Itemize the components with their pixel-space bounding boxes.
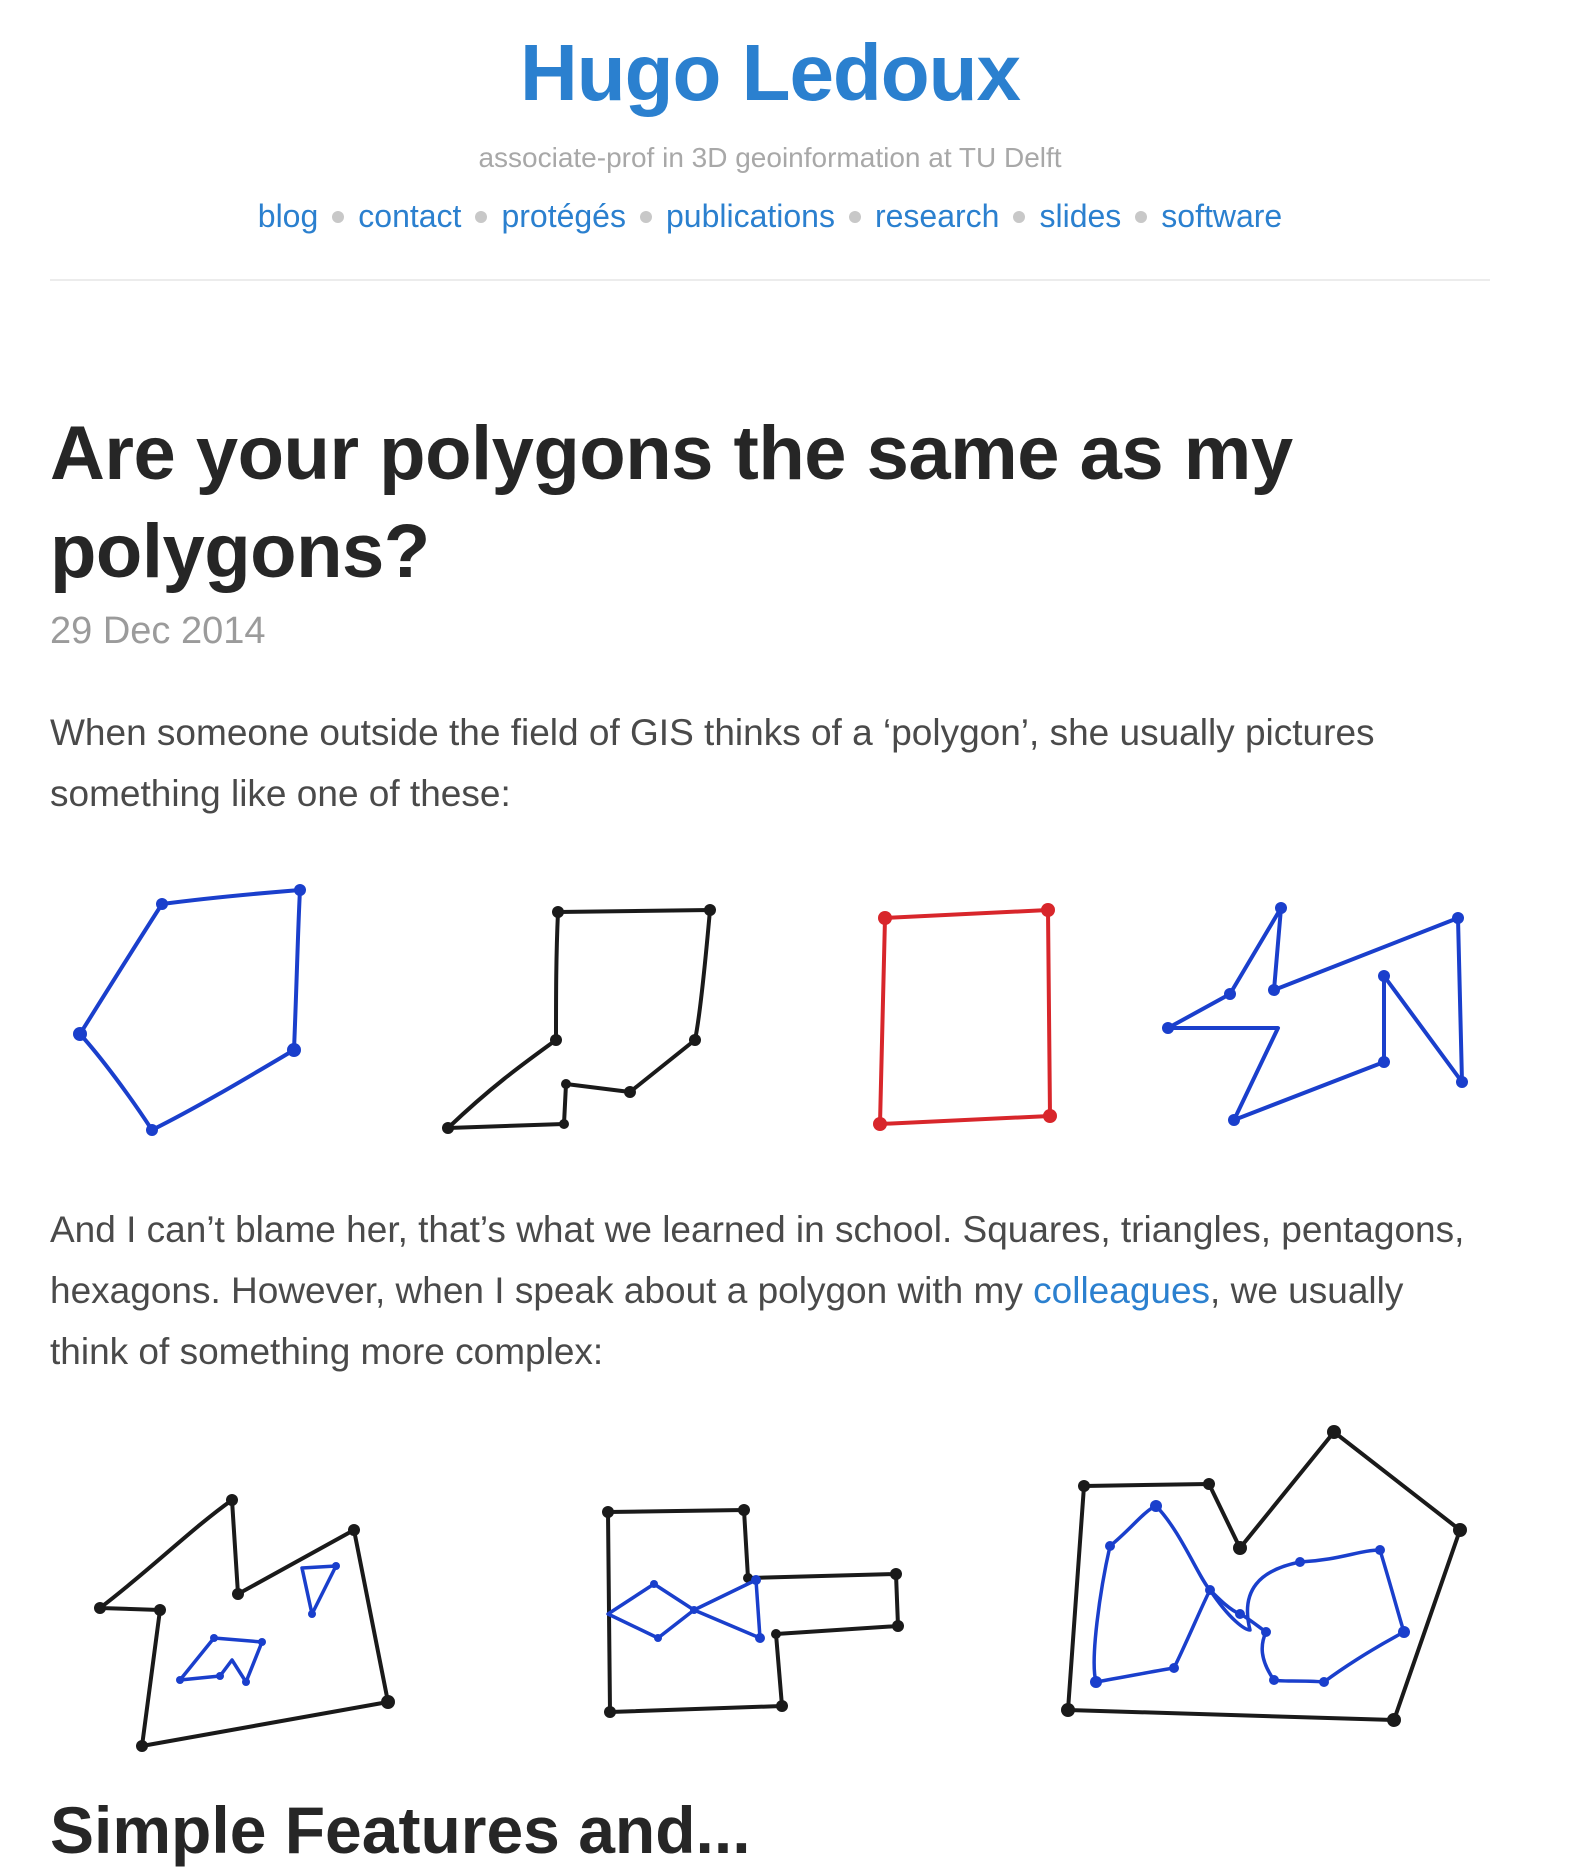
touching-rings-holes bbox=[1092, 1504, 1406, 1684]
site-tagline: associate-prof in 3D geoinformation at T… bbox=[478, 142, 1062, 173]
blue-zigzag-polygon bbox=[1166, 906, 1464, 1122]
nav-separator-dot bbox=[848, 210, 861, 223]
nav-link-research[interactable]: research bbox=[875, 198, 1000, 234]
header-divider bbox=[50, 279, 1490, 281]
nav-separator-dot bbox=[639, 210, 652, 223]
bowtie-hole-ring bbox=[606, 1578, 762, 1640]
nav-separator-dot bbox=[475, 210, 488, 223]
simple-polygons-figure bbox=[50, 866, 1490, 1148]
red-rectangle-polygon bbox=[878, 908, 1052, 1126]
site-nav: blog contact protégés publications research s… bbox=[50, 196, 1490, 236]
nav-separator-dot bbox=[1135, 210, 1148, 223]
post-title: Are your polygons the same as my polygon… bbox=[50, 411, 1293, 594]
post-paragraph-2: And I can’t blame her, that’s what we le… bbox=[50, 1199, 1490, 1382]
nav-separator-dot bbox=[332, 210, 345, 223]
nav-link-software[interactable]: software bbox=[1161, 198, 1282, 234]
colleagues-link[interactable]: colleagues bbox=[1033, 1270, 1210, 1311]
nav-separator-dot bbox=[1013, 210, 1026, 223]
post-date: 29 Dec 2014 bbox=[50, 610, 266, 652]
nav-link-blog[interactable]: blog bbox=[258, 198, 319, 234]
post-paragraph-1: When someone outside the field of GIS th… bbox=[50, 712, 1375, 814]
nav-link-slides[interactable]: slides bbox=[1039, 198, 1121, 234]
complex-polygons-figure bbox=[50, 1420, 1490, 1760]
next-section-heading: Simple Features and... bbox=[50, 1793, 751, 1867]
blue-hexagon-polygon bbox=[78, 888, 302, 1132]
house-polygon-with-holes bbox=[98, 1498, 390, 1748]
nav-link-publications[interactable]: publications bbox=[666, 198, 835, 234]
black-boot-polygon bbox=[446, 908, 712, 1130]
site-title-link[interactable]: Hugo Ledoux bbox=[520, 28, 1021, 118]
nav-link-proteges[interactable]: protégés bbox=[501, 198, 626, 234]
cross-polygon-with-bowtie-hole bbox=[606, 1508, 900, 1714]
site-header: Hugo Ledoux associate-prof in 3D geoinfo… bbox=[50, 0, 1490, 236]
complex-polygons-drawing bbox=[94, 1425, 1467, 1752]
nav-link-contact[interactable]: contact bbox=[358, 198, 461, 234]
simple-polygons-drawing bbox=[73, 884, 1468, 1136]
